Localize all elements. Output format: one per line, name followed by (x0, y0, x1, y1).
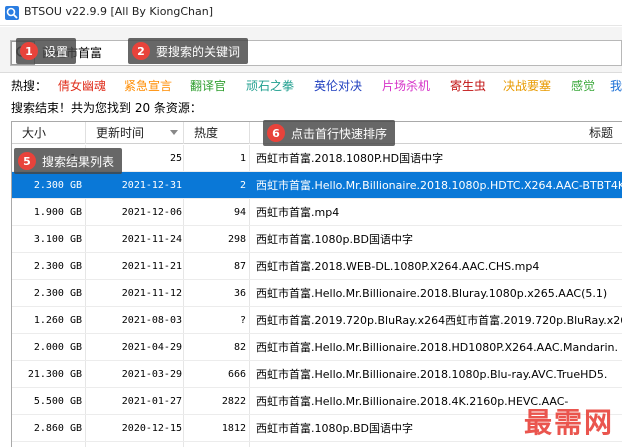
cell-date: 2021-08-03 (121, 315, 182, 326)
cell-title: 西虹市首富.Hello.Mr.Billionaire.2018.HD1080P.… (256, 341, 618, 354)
cell-title: 西虹市首富.Hello.Mr.Billionaire.2018.1080p.HD… (256, 179, 622, 192)
callout-number: 5 (18, 152, 36, 170)
table-row[interactable]: 2.300 GB 2021-11-21 87 西虹市首富.2018.WEB-DL… (12, 253, 622, 280)
cell-title: 西虹市首富.2019.720p.BluRay.x264西虹市首富.2019.72… (256, 314, 622, 327)
cell-heat: 2822 (221, 396, 246, 407)
hot-item[interactable]: 英伦对决 (314, 77, 362, 94)
table-row[interactable]: 3.100 GB 2021-11-24 298 西虹市首富.1080p.BD国语… (12, 226, 622, 253)
cell-date: 2020-12-15 (121, 423, 182, 434)
hot-item[interactable]: 倩女幽魂 (58, 77, 106, 94)
callout-keyword: 2 要搜索的关键词 (128, 38, 249, 64)
cell-date: 2021-03-29 (121, 369, 182, 380)
hot-item[interactable]: 顽石之拳 (246, 77, 294, 94)
cell-title: 西虹市首富.1080p.BD国语中字 (256, 233, 413, 246)
callout-text: 要搜索的关键词 (156, 44, 241, 59)
cell-date: 2021-01-27 (121, 396, 182, 407)
cell-date: 2021-12-06 (121, 207, 182, 218)
table-row[interactable]: 1.900 GB 2021-12-06 94 西虹市首富.mp4 (12, 199, 622, 226)
watermark-logo: 最需网 (523, 406, 614, 439)
callout-number: 2 (132, 42, 150, 60)
cell-heat: 1 (239, 153, 246, 164)
table-row[interactable]: 1.260 GB 2021-08-03 ? 西虹市首富.2019.720p.Bl… (12, 307, 622, 334)
hot-item[interactable]: 决战要塞 (503, 77, 551, 94)
cell-heat: 666 (227, 369, 246, 380)
cell-size: 2.000 GB (33, 342, 82, 353)
window-title: BTSOU v22.9.9 [All By KiongChan] (24, 5, 214, 18)
cell-date: 2021-12-31 (121, 180, 182, 191)
status-text: 搜索结束！共为您找到 20 条资源： (11, 101, 202, 115)
search-row: 西虹市首富 (0, 27, 622, 73)
cell-size: 2.300 GB (33, 180, 82, 191)
cell-heat: 36 (233, 288, 246, 299)
hot-item[interactable]: 紧急宣言 (124, 77, 172, 94)
column-header-size[interactable]: 大小 (12, 122, 86, 144)
cell-date: 2021-11-12 (121, 288, 182, 299)
callout-results-list: 5 搜索结果列表 (14, 148, 123, 174)
hot-item[interactable]: 感觉 (571, 77, 595, 94)
hot-keywords: 热搜： 倩女幽魂 紧急宣言 翻译官 顽石之拳 英伦对决 片场杀机 寄生虫 决战要… (0, 73, 622, 95)
cell-size: 2.860 GB (33, 423, 82, 434)
hot-label: 热搜： (11, 79, 48, 93)
hot-item[interactable]: 翻译官 (190, 77, 226, 94)
cell-title: 西虹市首富.2018.1080P.HD国语中字 (256, 152, 444, 165)
table-row[interactable]: 2.300 GB 2021-11-12 36 西虹市首富.Hello.Mr.Bi… (12, 280, 622, 307)
app-icon (5, 6, 19, 20)
cell-heat: 298 (227, 234, 246, 245)
column-header-heat[interactable]: 热度 (184, 122, 250, 144)
table-row[interactable]: 2.000 GB 2021-04-29 82 西虹市首富.Hello.Mr.Bi… (12, 334, 622, 361)
cell-size: 3.100 GB (33, 234, 82, 245)
cell-size: 1.260 GB (33, 315, 82, 326)
cell-heat: 1812 (221, 423, 246, 434)
hot-item[interactable]: 我 (610, 77, 622, 94)
callout-text: 设置 (44, 44, 69, 59)
cell-title: 西虹市首富.2018.WEB-DL.1080P.X264.AAC.CHS.mp4 (256, 260, 540, 273)
cell-heat: 87 (233, 261, 246, 272)
cell-date: 2021-11-24 (121, 234, 182, 245)
cell-size: 1.900 GB (33, 207, 82, 218)
cell-date: 2021-11-21 (121, 261, 182, 272)
cell-size: 2.300 GB (33, 261, 82, 272)
cell-title: 西虹市首富.Hello.Mr.Billionaire.2018.1080p.Bl… (256, 368, 608, 381)
callout-text: 点击首行快速排序 (291, 126, 388, 141)
cell-heat: 2 (239, 180, 246, 191)
cell-size: 2.300 GB (33, 288, 82, 299)
cell-date: 2021-04-29 (121, 342, 182, 353)
title-bar: BTSOU v22.9.9 [All By KiongChan] (0, 0, 622, 26)
callout-settings: 1 设置 (16, 38, 77, 64)
sort-down-icon (170, 130, 178, 135)
callout-text: 搜索结果列表 (42, 154, 115, 169)
cell-heat: 94 (233, 207, 246, 218)
hot-item[interactable]: 寄生虫 (450, 77, 486, 94)
cell-title: 西虹市首富.Hello.Mr.Billionaire.2018.Bluray.1… (256, 287, 608, 300)
cell-heat: 82 (233, 342, 246, 353)
hot-item[interactable]: 片场杀机 (382, 77, 430, 94)
cell-heat: ? (239, 315, 246, 326)
table-row[interactable]: 2.300 GB 2021-12-31 2 西虹市首富.Hello.Mr.Bil… (12, 172, 622, 199)
callout-number: 1 (20, 42, 38, 60)
cell-size: 5.500 GB (33, 396, 82, 407)
cell-size: 21.300 GB (27, 369, 82, 380)
cell-title: 西虹市首富.mp4 (256, 206, 340, 219)
table-row[interactable]: 21.300 GB 2021-03-29 666 西虹市首富.Hello.Mr.… (12, 361, 622, 388)
callout-sort: 6 点击首行快速排序 (263, 120, 396, 146)
callout-number: 6 (267, 124, 285, 142)
